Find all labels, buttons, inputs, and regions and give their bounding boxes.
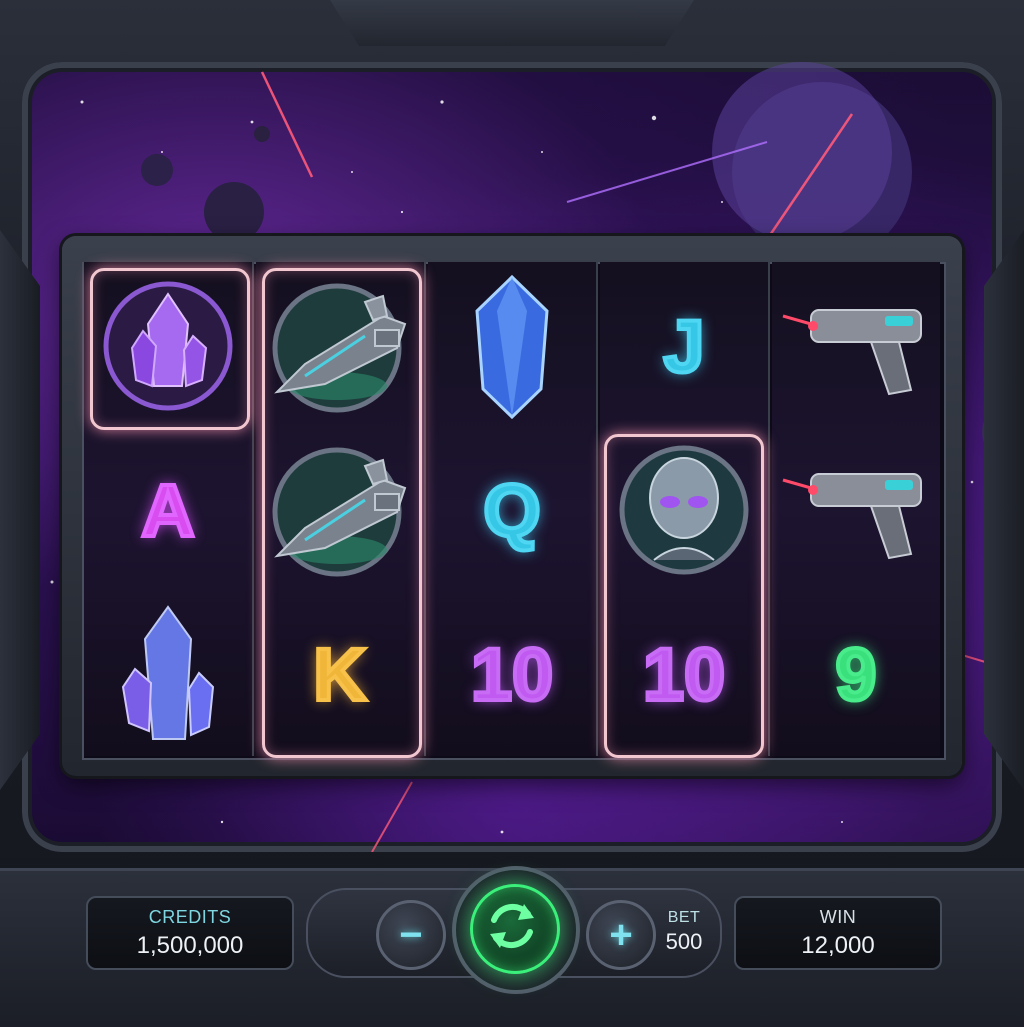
reel-4-row-3: 10 [600, 592, 768, 756]
bet-display: BET 500 [654, 900, 714, 964]
letter-j-symbol: J [661, 303, 706, 390]
spaceship-badge-icon [272, 447, 407, 577]
reel-3-row-2: Q [428, 428, 596, 592]
spaceship-badge-icon [272, 283, 407, 413]
bet-value: 500 [665, 929, 703, 954]
laser-beam [260, 71, 314, 178]
letter-k-symbol: K [311, 631, 368, 718]
reel-4-row-2 [600, 428, 768, 592]
win-label: WIN [819, 906, 857, 927]
reel-1-row-2: A [84, 428, 252, 592]
spin-arrows-icon [490, 903, 534, 949]
reel-5-row-3: 9 [772, 592, 940, 756]
bet-label: BET [667, 909, 701, 926]
credits-label: CREDITS [148, 906, 232, 927]
reel-2-row-3: K [256, 592, 424, 756]
decrease-bet-button[interactable]: − [376, 900, 446, 970]
number-10-symbol: 10 [469, 631, 555, 718]
slot-game-screen: A K Q 10 J 10 9 CREDITS 1,500,000 − + BE… [0, 0, 1024, 1027]
increase-bet-button[interactable]: + [586, 900, 656, 970]
reel-5-row-2 [772, 428, 940, 592]
reel-4-row-1: J [600, 264, 768, 428]
alien-badge-icon [619, 445, 749, 575]
reel-5-row-1 [772, 264, 940, 428]
laser-blaster-icon [782, 309, 922, 396]
credits-panel: CREDITS 1,500,000 [86, 896, 294, 970]
reel-2-row-2 [256, 428, 424, 592]
purple-crystal-badge-icon [103, 281, 233, 411]
blue-gem-icon [475, 274, 549, 420]
win-panel: WIN 12,000 [734, 896, 942, 970]
top-hull-plate [330, 0, 694, 46]
number-10-symbol: 10 [641, 631, 727, 718]
right-hull-strut [984, 230, 1024, 790]
plus-icon: + [609, 912, 633, 957]
left-hull-strut [0, 230, 40, 790]
reel-1-row-1 [84, 264, 252, 428]
spin-button[interactable] [470, 884, 560, 974]
small-planet [204, 182, 264, 242]
minus-icon: − [399, 912, 423, 957]
letter-q-symbol: Q [481, 467, 543, 554]
letter-a-symbol: A [139, 467, 196, 554]
reel-2-row-1 [256, 264, 424, 428]
blue-crystal-cluster-icon [121, 605, 215, 740]
laser-blaster-icon [782, 473, 922, 560]
reel-3-row-3: 10 [428, 592, 596, 756]
win-value: 12,000 [801, 931, 875, 959]
number-9-symbol: 9 [833, 631, 878, 718]
credits-value: 1,500,000 [136, 931, 244, 959]
reel-3-row-1 [428, 264, 596, 428]
reel-1-row-3 [84, 592, 252, 756]
